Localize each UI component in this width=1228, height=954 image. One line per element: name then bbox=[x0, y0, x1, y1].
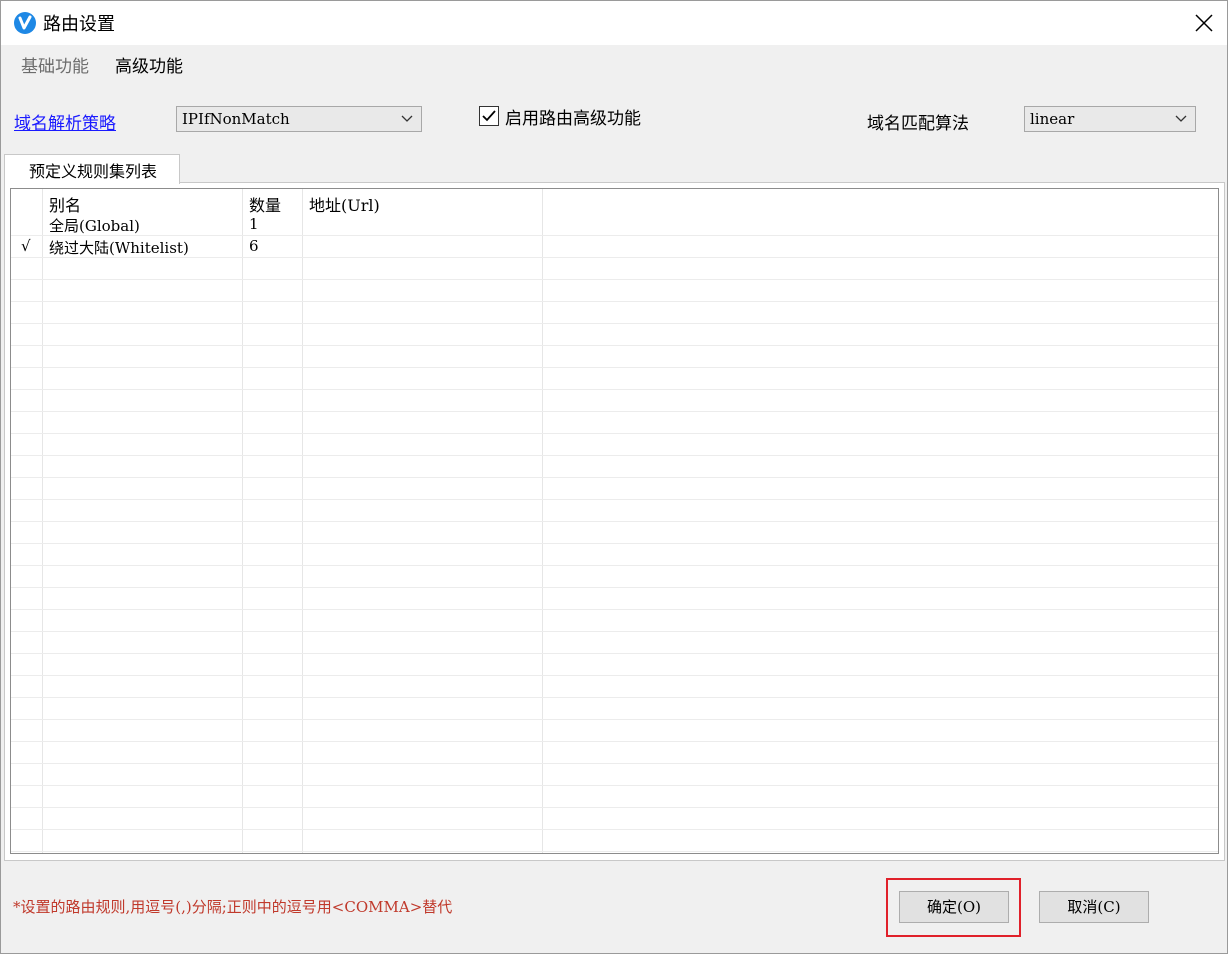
tab-basic[interactable]: 基础功能 bbox=[21, 52, 89, 77]
window-title: 路由设置 bbox=[43, 14, 115, 35]
row-divider bbox=[11, 367, 1218, 368]
row-divider bbox=[11, 345, 1218, 346]
title-bar[interactable]: 路由设置 bbox=[1, 1, 1227, 45]
row-divider bbox=[11, 741, 1218, 742]
close-button[interactable] bbox=[1181, 1, 1227, 45]
row-divider bbox=[11, 455, 1218, 456]
row-divider bbox=[11, 719, 1218, 720]
ok-button[interactable]: 确定(O) bbox=[899, 891, 1009, 923]
row-divider bbox=[11, 279, 1218, 280]
routing-note: *设置的路由规则,用逗号(,)分隔;正则中的逗号用<COMMA>替代 bbox=[13, 898, 453, 916]
row-divider bbox=[11, 257, 1218, 258]
row-divider bbox=[11, 631, 1218, 632]
row-count[interactable]: 1 bbox=[249, 215, 259, 233]
tab-strip: 基础功能 高级功能 bbox=[1, 45, 1227, 83]
rules-table[interactable]: 别名 数量 地址(Url) 全局(Global) 1 √ 绕过大陆(Whitel… bbox=[10, 188, 1219, 854]
row-divider bbox=[11, 807, 1218, 808]
header-url[interactable]: 地址(Url) bbox=[309, 192, 380, 216]
domain-matcher-value: linear bbox=[1030, 110, 1075, 128]
domain-matcher-label: 域名匹配算法 bbox=[867, 114, 969, 134]
row-divider bbox=[11, 587, 1218, 588]
row-divider bbox=[11, 323, 1218, 324]
domain-matcher-select[interactable]: linear bbox=[1024, 106, 1196, 132]
enable-advanced-checkbox[interactable] bbox=[479, 106, 499, 126]
row-divider bbox=[11, 389, 1218, 390]
row-divider bbox=[11, 851, 1218, 852]
row-divider bbox=[11, 829, 1218, 830]
row-divider bbox=[11, 477, 1218, 478]
chevron-down-icon bbox=[1175, 115, 1187, 122]
checkmark-icon bbox=[482, 110, 496, 122]
enable-advanced-label[interactable]: 启用路由高级功能 bbox=[505, 104, 641, 129]
route-settings-window: 路由设置 基础功能 高级功能 域名解析策略 IPIfNonMatch 启用路由高… bbox=[0, 0, 1228, 954]
row-check[interactable]: √ bbox=[21, 237, 31, 255]
close-icon bbox=[1195, 14, 1213, 32]
row-divider bbox=[11, 433, 1218, 434]
v-logo-icon bbox=[14, 12, 36, 34]
tab-advanced[interactable]: 高级功能 bbox=[115, 52, 183, 77]
row-divider bbox=[11, 411, 1218, 412]
header-count[interactable]: 数量 bbox=[249, 192, 281, 216]
row-divider bbox=[11, 763, 1218, 764]
row-divider bbox=[11, 609, 1218, 610]
cancel-button[interactable]: 取消(C) bbox=[1039, 891, 1149, 923]
row-divider bbox=[11, 785, 1218, 786]
domain-strategy-link[interactable]: 域名解析策略 bbox=[14, 109, 116, 134]
row-alias[interactable]: 绕过大陆(Whitelist) bbox=[49, 237, 189, 258]
chevron-down-icon bbox=[401, 115, 413, 122]
row-divider bbox=[11, 235, 1218, 236]
row-divider bbox=[11, 301, 1218, 302]
tab-predefined-rules[interactable]: 预定义规则集列表 bbox=[4, 154, 180, 184]
row-divider bbox=[11, 697, 1218, 698]
row-alias[interactable]: 全局(Global) bbox=[49, 215, 140, 236]
row-divider bbox=[11, 675, 1218, 676]
header-alias[interactable]: 别名 bbox=[49, 192, 81, 216]
row-count[interactable]: 6 bbox=[249, 237, 259, 255]
row-divider bbox=[11, 653, 1218, 654]
row-divider bbox=[11, 565, 1218, 566]
domain-strategy-select[interactable]: IPIfNonMatch bbox=[176, 106, 422, 132]
row-divider bbox=[11, 543, 1218, 544]
row-divider bbox=[11, 521, 1218, 522]
row-divider bbox=[11, 499, 1218, 500]
domain-strategy-value: IPIfNonMatch bbox=[182, 110, 290, 128]
